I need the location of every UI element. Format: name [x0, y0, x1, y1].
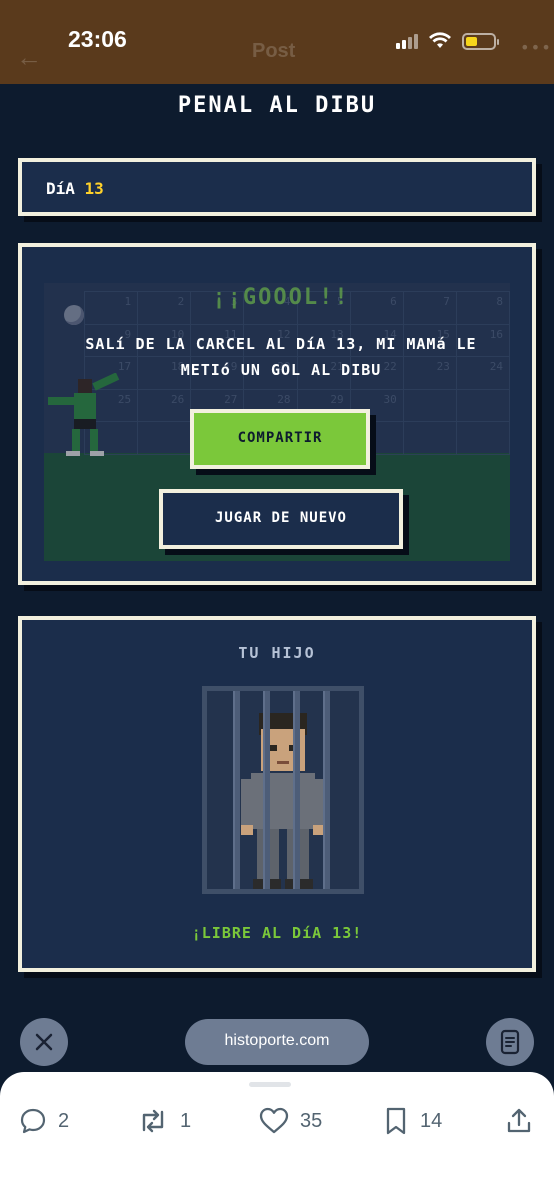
- bookmark-icon: [386, 1107, 406, 1135]
- url-bar[interactable]: histoporte.com: [185, 1019, 369, 1065]
- like-button[interactable]: 35: [258, 1106, 322, 1136]
- like-icon: [259, 1107, 289, 1134]
- page-title: PENAL AL DIBU: [177, 93, 377, 118]
- share-post-button[interactable]: [504, 1106, 534, 1136]
- sheet-handle[interactable]: [249, 1082, 291, 1087]
- signal-icon: [396, 33, 418, 49]
- more-icon[interactable]: •••: [520, 38, 552, 57]
- day-counter: DíA 13: [18, 158, 536, 216]
- son-panel: TU HIJO ¡LIBRE AL DíA 13!: [18, 616, 536, 972]
- share-icon: [507, 1108, 531, 1133]
- bookmark-count: 14: [420, 1109, 443, 1132]
- goal-banner: ¡¡GOOOL!!: [212, 285, 350, 310]
- reply-count: 2: [58, 1109, 70, 1132]
- son-status: ¡LIBRE AL DíA 13!: [191, 924, 363, 942]
- back-arrow-icon[interactable]: ←: [16, 42, 42, 73]
- post-action-bar: 2 1 35 14: [0, 1072, 554, 1200]
- like-count: 35: [300, 1109, 323, 1132]
- day-label: DíA: [46, 179, 75, 198]
- battery-icon: [462, 32, 499, 50]
- reader-mode-button[interactable]: [486, 1018, 534, 1066]
- share-button[interactable]: COMPARTIR: [190, 409, 370, 469]
- game-panel: 1 2 3 4 5 6 7 8 9 10 11 12 13 14 15 16 17 18 19 20 21 22 23 24 2…: [18, 243, 536, 585]
- close-icon: [35, 1033, 53, 1051]
- post-header-title: Post: [252, 40, 296, 62]
- son-title: TU HIJO: [238, 644, 316, 662]
- status-icons: [396, 30, 499, 52]
- reader-icon: [500, 1029, 520, 1055]
- son-character-icon: [241, 713, 325, 889]
- reply-button[interactable]: 2: [18, 1106, 69, 1136]
- jail-cell: [202, 686, 364, 894]
- repost-icon: [142, 1109, 164, 1133]
- result-message: SALí DE LA CARCEL AL DíA 13, MI MAMá LE …: [85, 335, 477, 379]
- status-time: 23:06: [68, 26, 127, 52]
- repost-count: 1: [180, 1109, 192, 1132]
- repost-button[interactable]: 1: [136, 1106, 191, 1136]
- status-bar: ← Post ••• 23:06: [0, 0, 554, 84]
- day-number: 13: [84, 179, 104, 198]
- bookmark-button[interactable]: 14: [382, 1106, 442, 1136]
- wifi-icon: [429, 32, 451, 48]
- play-again-button[interactable]: JUGAR DE NUEVO: [159, 489, 403, 549]
- reply-icon: [20, 1108, 46, 1134]
- close-browser-button[interactable]: [20, 1018, 68, 1066]
